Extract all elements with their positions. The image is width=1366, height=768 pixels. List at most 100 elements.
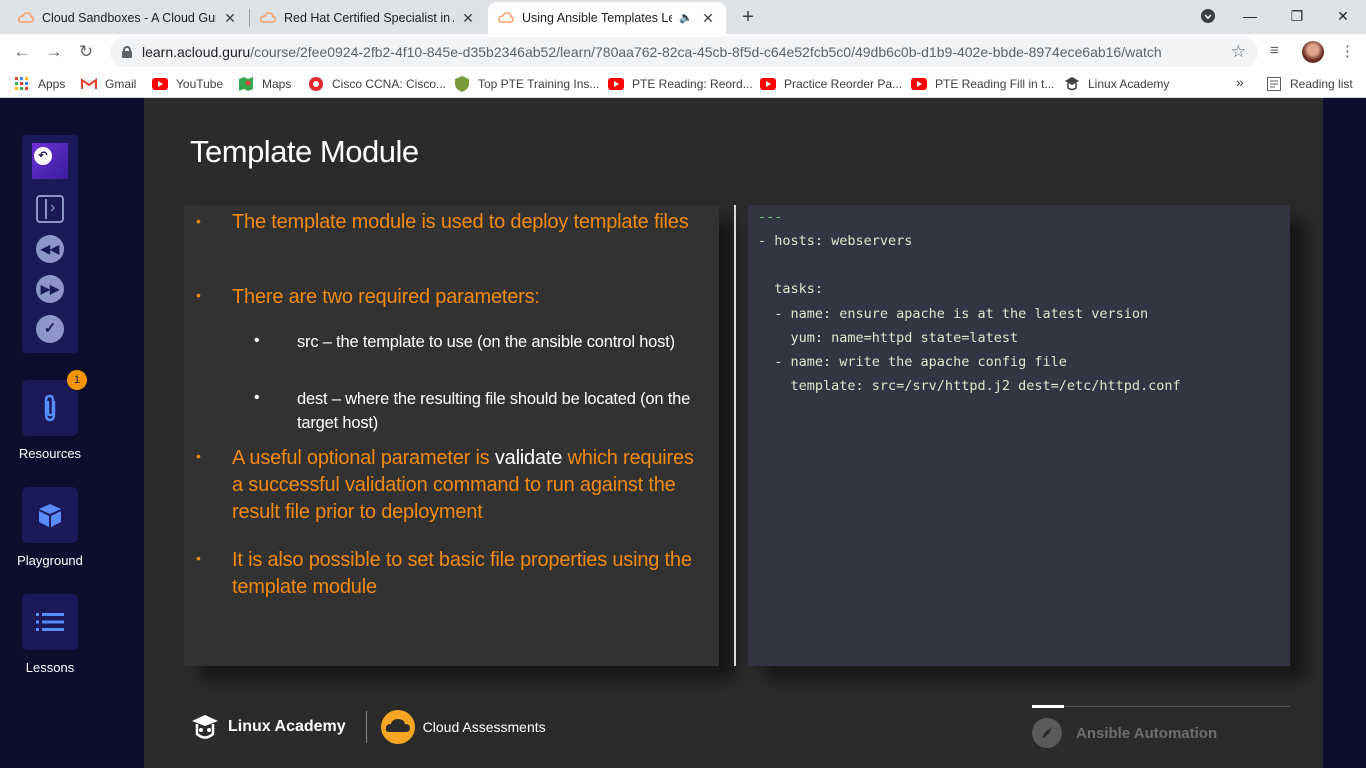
youtube-icon	[152, 76, 168, 92]
bookmark-label: PTE Reading: Reord...	[632, 77, 753, 91]
compass-icon	[1032, 718, 1062, 748]
bullet-dot: •	[196, 287, 201, 303]
validate-keyword: validate	[494, 447, 563, 469]
tab-cloud-sandboxes[interactable]: Cloud Sandboxes - A Cloud Guru ✕	[8, 2, 248, 34]
bullet-panel: • The template module is used to deploy …	[184, 205, 719, 666]
bookmark-youtube[interactable]: YouTube	[152, 76, 223, 92]
maps-icon	[238, 76, 254, 92]
bookmark-star-icon[interactable]: ☆	[1231, 42, 1246, 62]
linux-academy-icon	[1064, 76, 1080, 92]
sub-bullet-text: dest – where the resulting file should b…	[297, 390, 691, 432]
forward-arrow-icon[interactable]: →	[42, 40, 66, 64]
rewind-icon[interactable]: ◀◀	[36, 235, 64, 263]
acloudguru-icon	[18, 10, 34, 26]
bookmarks-overflow-button[interactable]: »	[1236, 74, 1244, 90]
mark-complete-icon[interactable]: ✓	[36, 315, 64, 343]
bookmarks-bar: Apps Gmail YouTube Maps Cisco CCNA: Cisc…	[0, 70, 1366, 98]
tab-close-icon[interactable]: ✕	[460, 10, 476, 26]
address-bar[interactable]: learn.acloud.guru/course/2fee0924-2fb2-4…	[110, 37, 1258, 67]
bookmark-top-pte[interactable]: Top PTE Training Ins...	[454, 76, 599, 92]
restore-button[interactable]: ❐	[1275, 4, 1319, 28]
bookmark-gmail[interactable]: Gmail	[81, 76, 136, 92]
bookmark-cisco-ccna[interactable]: Cisco CCNA: Cisco...	[308, 76, 446, 92]
bookmark-pte-fill[interactable]: PTE Reading Fill in t...	[911, 76, 1054, 92]
course-name: Ansible Automation	[1076, 724, 1218, 742]
bullet-dot: •	[196, 448, 201, 464]
tab-strip: Cloud Sandboxes - A Cloud Guru ✕ Red Hat…	[0, 0, 1366, 34]
lock-icon	[122, 46, 132, 58]
close-window-button[interactable]: ✕	[1321, 4, 1365, 28]
bookmark-label: Practice Reorder Pa...	[784, 77, 903, 91]
shield-icon	[454, 76, 470, 92]
footer-brand: Linux Academy Cloud Assessments	[190, 710, 546, 744]
right-margin	[1323, 98, 1366, 768]
bookmark-apps[interactable]: Apps	[14, 76, 65, 92]
linux-academy-logo-icon	[192, 715, 218, 739]
avatar[interactable]	[1302, 41, 1324, 63]
brand-separator	[365, 711, 367, 743]
minimize-button[interactable]: —	[1228, 4, 1272, 28]
reading-list-label: Reading list	[1290, 77, 1353, 91]
youtube-icon	[760, 76, 776, 92]
fast-forward-icon[interactable]: ▶▶	[36, 275, 64, 303]
bookmark-label: Linux Academy	[1088, 77, 1170, 91]
new-tab-button[interactable]: +	[738, 7, 758, 27]
tab-close-icon[interactable]: ✕	[222, 10, 238, 26]
bookmark-label: PTE Reading Fill in t...	[935, 77, 1055, 91]
code-line: - hosts: webservers	[758, 233, 913, 249]
resources-label: Resources	[18, 446, 82, 461]
bullet-text-part: A useful optional parameter is	[232, 447, 495, 469]
list-icon	[36, 613, 64, 631]
bullet-text: It is also possible to set basic file pr…	[232, 549, 692, 598]
bookmark-maps[interactable]: Maps	[238, 76, 291, 92]
cube-icon	[39, 504, 61, 527]
bookmark-label: Top PTE Training Ins...	[478, 77, 600, 91]
video-player[interactable]: Template Module • The template module is…	[144, 98, 1323, 768]
back-arrow-icon[interactable]: ←	[10, 40, 34, 64]
audio-playing-icon[interactable]: 🔈	[678, 10, 694, 26]
tab-rhcs-ansible[interactable]: Red Hat Certified Specialist in An ✕	[250, 2, 486, 34]
toggle-panel-icon[interactable]	[36, 195, 64, 223]
bookmark-pte-reading-reorder[interactable]: PTE Reading: Reord...	[608, 76, 753, 92]
code-line: tasks:	[758, 281, 824, 297]
tab-using-ansible-templates[interactable]: Using Ansible Templates Lect 🔈 ✕	[488, 2, 726, 34]
code-line: ---	[758, 209, 783, 225]
bullet-dot: •	[196, 550, 201, 566]
profile-menu-icon[interactable]	[1186, 4, 1230, 28]
sub-bullet-dot: •	[254, 389, 260, 406]
url-host: learn.acloud.guru	[142, 44, 251, 60]
bookmark-label: Gmail	[105, 77, 137, 91]
sub-bullet-dot: •	[254, 332, 260, 349]
code-line: yum: name=httpd state=latest	[758, 330, 1019, 346]
player-controls: ↶ ◀◀ ▶▶ ✓	[22, 135, 78, 353]
lessons-button[interactable]	[22, 594, 78, 650]
url-path: /course/2fee0924-2fb2-4f10-845e-d35b2346…	[250, 44, 1162, 60]
code-line: - name: ensure apache is at the latest v…	[758, 306, 1149, 322]
bookmark-practice-reorder[interactable]: Practice Reorder Pa...	[760, 76, 902, 92]
reading-list-button[interactable]: Reading list	[1266, 76, 1353, 92]
paperclip-icon	[44, 394, 56, 422]
media-control-icon[interactable]: ≡	[1270, 42, 1279, 59]
more-menu-icon[interactable]: ⋮	[1340, 42, 1355, 60]
course-thumbnail[interactable]: ↶	[32, 143, 68, 179]
cloud-assessments-logo-icon	[380, 710, 415, 744]
lessons-label: Lessons	[25, 660, 75, 675]
youtube-icon	[608, 76, 624, 92]
tab-title: Red Hat Certified Specialist in An	[284, 11, 454, 25]
back-icon[interactable]: ↶	[34, 147, 52, 165]
bullet-dot: •	[196, 213, 201, 229]
bullet-text-validate: A useful optional parameter is validate …	[232, 445, 708, 526]
tab-close-icon[interactable]: ✕	[700, 10, 716, 26]
bookmark-linux-academy[interactable]: Linux Academy	[1064, 76, 1169, 92]
reload-icon[interactable]: ↻	[74, 40, 98, 64]
panel-divider	[734, 205, 736, 666]
playground-button[interactable]	[22, 487, 78, 543]
apps-grid-icon	[14, 76, 30, 92]
reading-list-icon	[1266, 76, 1282, 92]
course-brand: Ansible Automation	[1032, 718, 1217, 748]
code-line: template: src=/srv/httpd.j2 dest=/etc/ht…	[758, 378, 1181, 394]
resources-button[interactable]	[22, 380, 78, 436]
linux-academy-name: Linux Academy	[228, 718, 346, 735]
bookmark-label: Maps	[262, 77, 292, 91]
tab-title: Cloud Sandboxes - A Cloud Guru	[42, 11, 216, 25]
